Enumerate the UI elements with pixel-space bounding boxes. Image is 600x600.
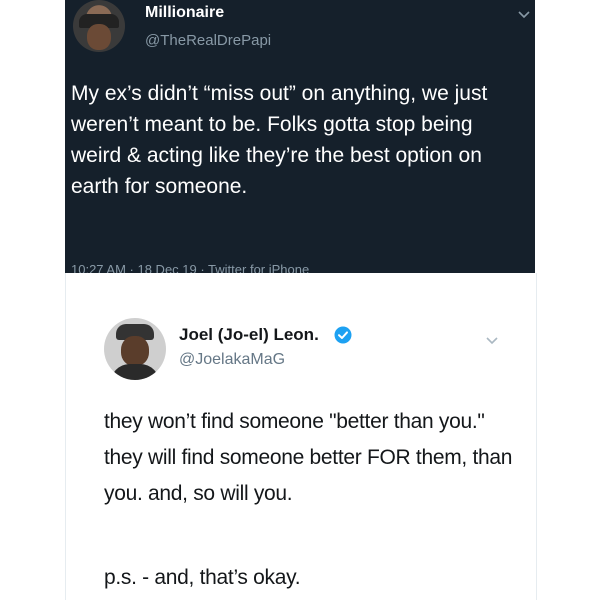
user-handle[interactable]: @JoelakaMaG: [179, 351, 285, 369]
avatar[interactable]: [104, 318, 166, 380]
avatar[interactable]: [73, 0, 125, 52]
avatar-body: [110, 364, 160, 380]
tweet-card-light[interactable]: Joel (Jo-el) Leon. @JoelakaMaG they won’…: [65, 273, 537, 600]
chevron-down-icon[interactable]: [484, 333, 500, 349]
verified-badge-icon: [334, 326, 352, 344]
display-name[interactable]: Joel (Jo-el) Leon.: [179, 325, 319, 345]
tweet-timestamp[interactable]: 10:27 AM · 18 Dec 19 · Twitter for iPhon…: [71, 262, 309, 273]
avatar-face: [87, 24, 111, 50]
tweet-text: My ex’s didn’t “miss out” on anything, w…: [71, 82, 488, 198]
avatar-face: [121, 336, 149, 366]
screenshot-page: Millionaire @TheRealDrePapi My ex’s didn…: [0, 0, 600, 600]
tweet-card-dark[interactable]: Millionaire @TheRealDrePapi My ex’s didn…: [65, 0, 535, 273]
user-handle[interactable]: @TheRealDrePapi: [145, 32, 271, 49]
display-name[interactable]: Millionaire: [145, 4, 224, 22]
tweet-postscript: p.s. - and, that’s okay.: [104, 566, 301, 589]
chevron-down-icon[interactable]: [517, 8, 531, 22]
tweet-text: they won’t find someone "better than you…: [104, 410, 513, 505]
